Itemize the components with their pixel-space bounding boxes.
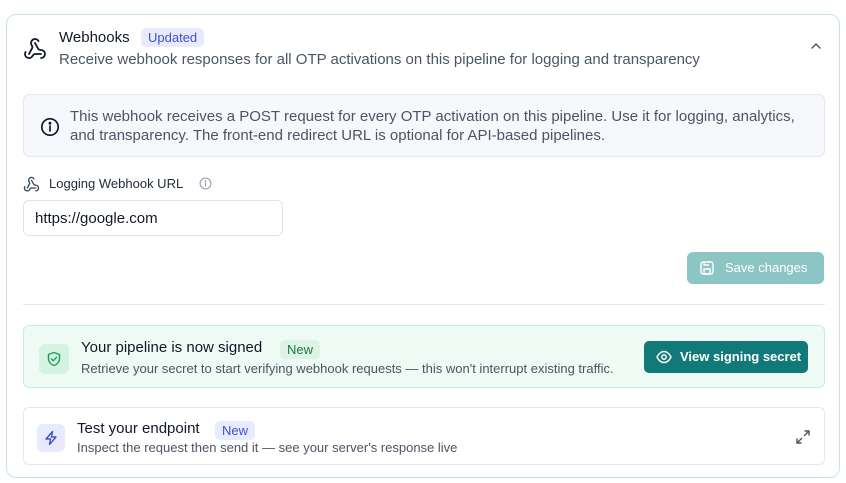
help-info-icon[interactable] [199,177,212,190]
test-endpoint-title: Test your endpoint [77,420,200,437]
test-endpoint-row[interactable]: Test your endpoint New Inspect the reque… [23,407,825,465]
signed-subtitle: Retrieve your secret to start verifying … [81,361,614,376]
eye-icon [656,350,672,364]
lightning-bolt-icon [45,430,57,446]
webhooks-header[interactable]: Webhooks Updated Receive webhook respons… [7,15,839,77]
save-changes-button[interactable]: Save changes [687,252,824,284]
view-signing-secret-label: View signing secret [680,349,802,364]
bolt-icon-wrap [37,424,65,452]
view-signing-secret-button[interactable]: View signing secret [644,341,808,373]
shield-icon-wrap [39,344,69,374]
webhook-icon [23,176,40,192]
logging-webhook-url-input[interactable] [23,200,283,236]
save-changes-label: Save changes [725,260,808,275]
info-callout: This webhook receives a POST request for… [23,94,825,157]
expand-icon[interactable] [795,429,811,445]
new-badge: New [280,340,321,359]
chevron-up-icon[interactable] [809,39,823,53]
info-text: This webhook receives a POST request for… [70,108,795,144]
signed-title: Your pipeline is now signed [81,339,263,356]
updated-badge: Updated [141,28,205,47]
save-icon [700,261,714,275]
pipeline-signed-banner: Your pipeline is now signed New Retrieve… [23,325,825,388]
info-icon [40,117,60,137]
shield-check-icon [47,351,61,367]
new-badge: New [215,421,256,440]
divider [23,304,825,305]
logging-webhook-url-label: Logging Webhook URL [49,176,184,191]
webhook-icon [24,38,46,59]
webhooks-card: Webhooks Updated Receive webhook respons… [6,14,840,478]
webhooks-title: Webhooks [59,29,130,46]
webhooks-subtitle: Receive webhook responses for all OTP ac… [59,51,700,68]
test-endpoint-subtitle: Inspect the request then send it — see y… [77,440,458,455]
